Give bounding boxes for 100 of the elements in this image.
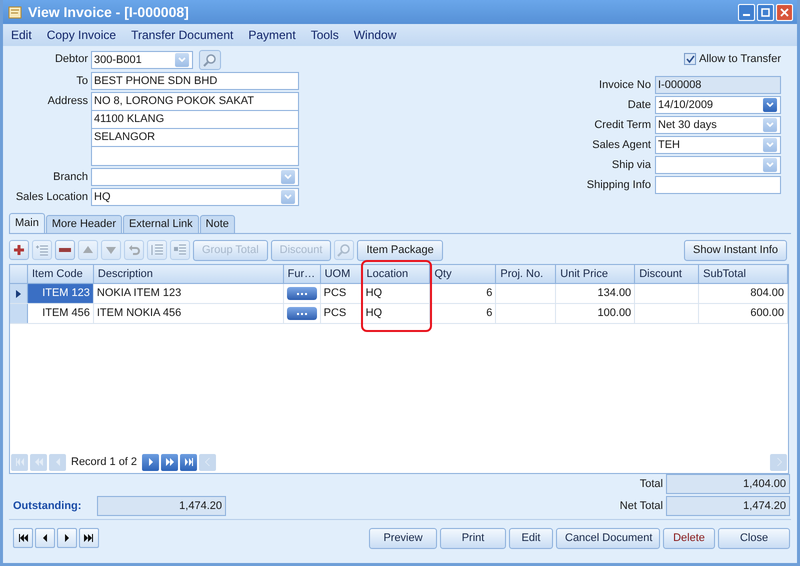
maximize-button[interactable] xyxy=(757,4,774,20)
toolbar-button[interactable]: Item Package xyxy=(357,240,443,260)
tab[interactable]: Main xyxy=(9,213,45,233)
chevron-down-icon xyxy=(766,122,774,128)
search-button[interactable] xyxy=(199,50,221,70)
tab[interactable]: External Link xyxy=(123,215,199,233)
table-cell-text: ITEM NOKIA 456 xyxy=(96,306,182,322)
remove-row-button[interactable] xyxy=(55,240,75,260)
column-header[interactable]: Item Code xyxy=(28,265,94,283)
last-record-button[interactable] xyxy=(180,454,198,470)
arrow-icon xyxy=(14,458,24,466)
column-header[interactable]: Qty xyxy=(430,265,496,283)
column-header[interactable]: Description xyxy=(94,265,284,283)
column-header[interactable]: Location xyxy=(362,265,430,283)
tab[interactable]: Note xyxy=(200,215,235,233)
field-label: Sales Location xyxy=(14,190,88,205)
menu-item[interactable]: Copy Invoice xyxy=(46,26,116,44)
minimize-button[interactable] xyxy=(738,4,755,20)
combo-field[interactable] xyxy=(91,168,299,186)
table-cell-text: 100.00 xyxy=(598,306,632,322)
next-page-button[interactable] xyxy=(161,454,178,470)
field-label: Date xyxy=(628,98,651,113)
column-header[interactable]: UOM xyxy=(320,265,363,283)
combo-field[interactable]: Net 30 days xyxy=(655,116,781,134)
table-cell-text: HQ xyxy=(366,306,382,322)
tab[interactable]: More Header xyxy=(46,215,122,233)
dropdown-button[interactable] xyxy=(763,98,777,112)
footer-button[interactable]: Edit xyxy=(509,528,553,548)
table-cell-text: ITEM 456 xyxy=(42,306,90,322)
arrow-icon xyxy=(184,458,194,466)
indent-button[interactable] xyxy=(147,240,167,260)
list-button[interactable] xyxy=(170,240,190,260)
menu-item[interactable]: Payment xyxy=(248,26,296,44)
previous-button[interactable] xyxy=(35,528,55,548)
chevron-down-icon xyxy=(766,162,774,168)
outstanding-field: 1,474.20 xyxy=(97,496,226,516)
close-button[interactable] xyxy=(776,4,793,20)
bullet-list-icon xyxy=(173,244,187,256)
next-record-button[interactable] xyxy=(142,454,160,470)
combo-field[interactable] xyxy=(655,156,781,174)
address-line: NO 8, LORONG POKOK SAKAT xyxy=(94,94,254,110)
combo-field[interactable]: HQ xyxy=(91,188,299,206)
scroll-right-button[interactable] xyxy=(770,454,787,470)
previous-page-button[interactable] xyxy=(30,454,47,470)
chevron-down-icon xyxy=(766,102,774,108)
allow-transfer-checkbox[interactable]: Allow to Transfer xyxy=(684,50,781,68)
field-value: I-000008 xyxy=(658,80,702,90)
add-row-button[interactable] xyxy=(9,240,29,260)
column-header[interactable]: Proj. No. xyxy=(496,265,556,283)
arrow-icon xyxy=(62,533,72,543)
column-header[interactable]: SubTotal xyxy=(699,265,788,283)
debtor-combo[interactable]: 300-B001 xyxy=(91,51,193,69)
show-instant-info-button[interactable]: Show Instant Info xyxy=(684,240,787,260)
footer-button[interactable]: Print xyxy=(440,528,506,548)
footer-button[interactable]: Cancel Document xyxy=(556,528,660,548)
undo-button[interactable] xyxy=(124,240,144,260)
row-selector[interactable] xyxy=(10,284,28,303)
arrow-icon xyxy=(202,458,213,466)
triangle-down-icon xyxy=(105,245,117,255)
field-label: Branch xyxy=(52,170,88,185)
menu-item[interactable]: Window xyxy=(354,26,396,44)
chevron-down-icon xyxy=(178,57,186,63)
column-header[interactable]: Fur… xyxy=(284,265,321,283)
date-picker[interactable]: 14/10/2009 xyxy=(655,96,781,114)
field-label: Shipping Info xyxy=(586,178,651,193)
minimize-icon xyxy=(743,14,750,16)
previous-record-button[interactable] xyxy=(49,454,66,470)
first-record-button[interactable] xyxy=(11,454,28,470)
text-field[interactable]: BEST PHONE SDN BHD xyxy=(91,72,299,90)
outstanding-label: Outstanding: xyxy=(13,498,82,514)
text-field[interactable] xyxy=(655,176,781,194)
field-label: Ship via xyxy=(612,158,651,173)
next-button[interactable] xyxy=(57,528,77,548)
arrow-icon xyxy=(164,458,175,466)
search-button[interactable] xyxy=(334,240,354,260)
more-button[interactable] xyxy=(286,287,317,300)
footer-button[interactable]: Delete xyxy=(663,528,715,548)
plus-icon xyxy=(13,244,25,256)
footer-button[interactable]: Close xyxy=(718,528,790,548)
field-label: Address xyxy=(46,94,88,109)
column-header[interactable]: Unit Price xyxy=(556,265,636,283)
table-cell-text: 6 xyxy=(486,286,492,302)
menu-item[interactable]: Transfer Document xyxy=(131,26,234,44)
address-field[interactable]: NO 8, LORONG POKOK SAKAT 41100 KLANG SELANGOR xyxy=(91,92,299,166)
table-cell-text: PCS xyxy=(324,306,346,322)
record-counter: Record 1 of 2 xyxy=(70,454,138,470)
menu-item[interactable]: Tools xyxy=(310,26,339,44)
table-cell-text: ITEM 123 xyxy=(42,286,90,302)
field-value: 300-B001 xyxy=(94,54,142,66)
total-field: 1,404.00 xyxy=(666,474,790,494)
last-button[interactable] xyxy=(79,528,99,548)
column-header[interactable]: Discount xyxy=(635,265,700,283)
field-value: BEST PHONE SDN BHD xyxy=(94,76,218,86)
combo-field[interactable]: TEH xyxy=(655,136,781,154)
more-button[interactable] xyxy=(286,307,317,320)
first-button[interactable] xyxy=(13,528,33,548)
move-down-button[interactable] xyxy=(101,240,121,260)
window-title: View Invoice - [I-000008] xyxy=(28,2,189,22)
footer-button[interactable]: Preview xyxy=(369,528,437,548)
menu-item[interactable]: Edit xyxy=(11,26,32,44)
